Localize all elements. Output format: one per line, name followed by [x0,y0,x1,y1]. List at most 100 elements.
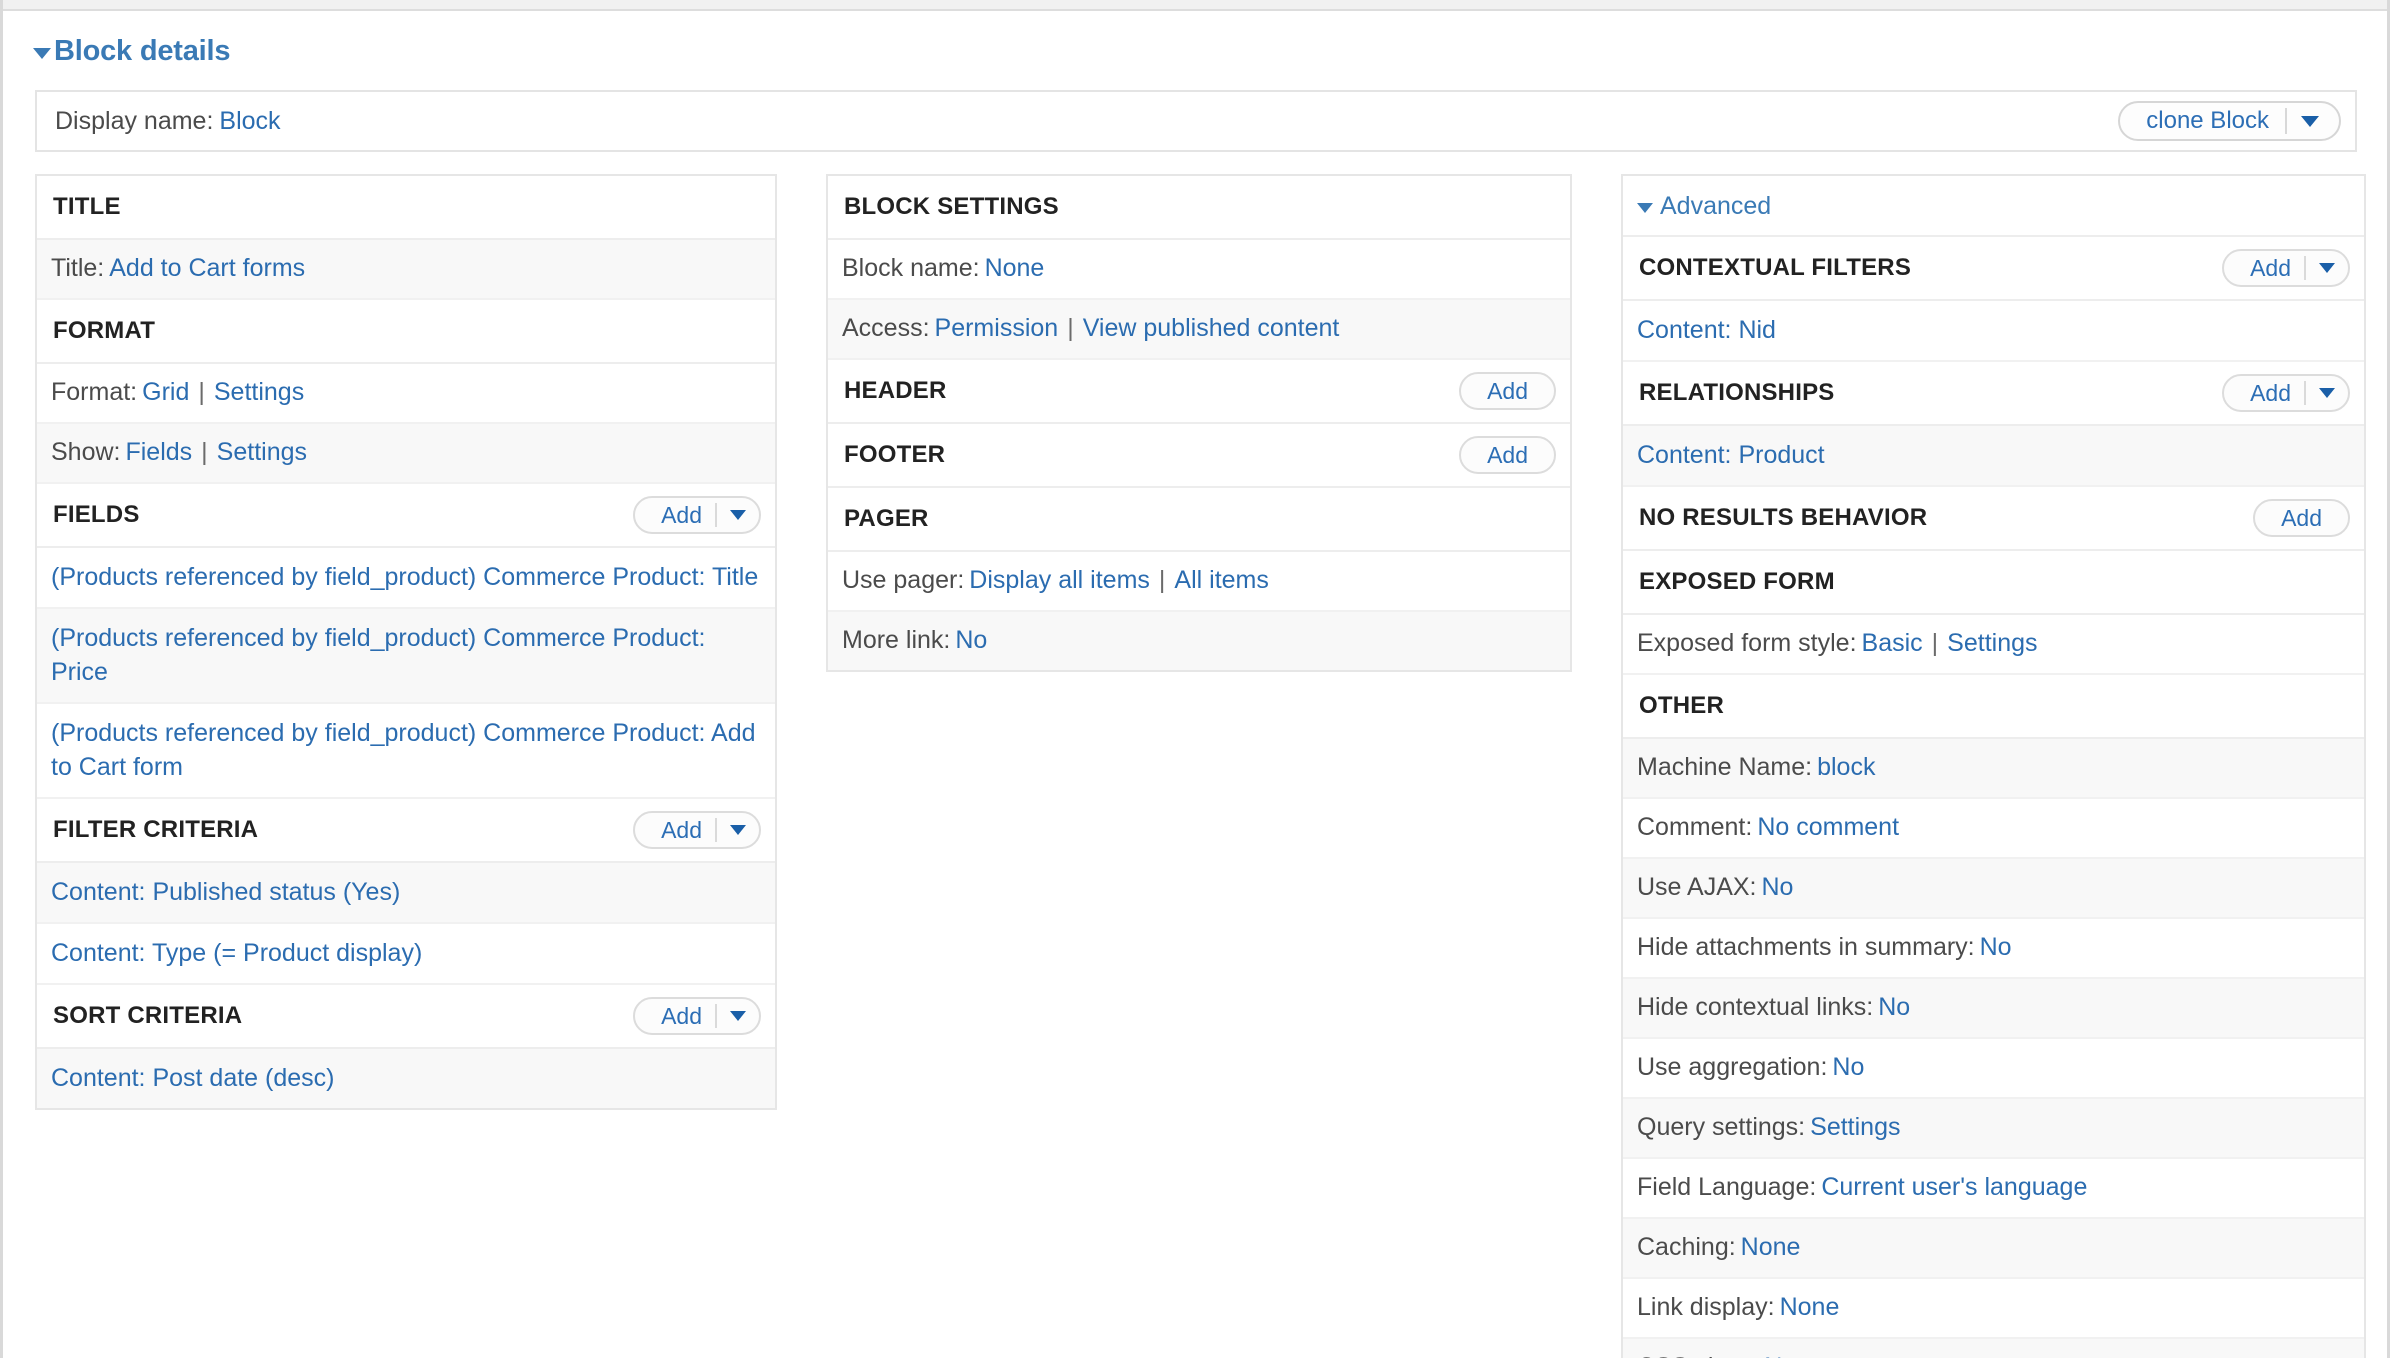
use-aggregation-value-link[interactable]: No [1832,1053,1864,1081]
chevron-down-icon[interactable] [2319,263,2335,273]
columns-container: TITLE Title: Add to Cart forms FORMAT For… [35,174,2387,1358]
add-button-label: Add [661,1002,702,1029]
add-button-label: Add [1487,441,1528,468]
add-filter-criteria-button[interactable]: Add [633,811,761,849]
separator: | [201,438,208,466]
row-label: Show: [51,438,121,466]
section-title-label: CONTEXTUAL FILTERS [1639,254,1912,281]
section-title-label: SORT CRITERIA [53,1002,243,1029]
section-title-label: HEADER [844,377,947,404]
comment-value-link[interactable]: No comment [1757,813,1899,841]
section-header-relationships: RELATIONSHIPS Add [1623,362,2364,426]
row-css-class: CSS class: None [1623,1339,2364,1358]
row-label: Use AJAX: [1637,873,1757,901]
row-label: Title: [51,254,105,282]
chevron-down-icon[interactable] [2319,388,2335,398]
block-name-value-link[interactable]: None [985,254,1045,282]
button-separator [2304,256,2306,280]
add-sort-criteria-button[interactable]: Add [633,997,761,1035]
column-right: Advanced CONTEXTUAL FILTERS Add Content:… [1621,174,2366,1358]
row-exposed-form-style: Exposed form style: Basic | Settings [1623,615,2364,675]
add-button-label: Add [2250,379,2291,406]
pager-items-link[interactable]: All items [1174,566,1268,594]
hide-attachments-value-link[interactable]: No [1980,933,2012,961]
section-title-label: EXPOSED FORM [1639,568,1835,595]
machine-name-value-link[interactable]: block [1817,753,1875,781]
hide-contextual-links-value-link[interactable]: No [1878,993,1910,1021]
separator: | [1931,629,1939,657]
field-language-value-link[interactable]: Current user's language [1821,1173,2087,1201]
clone-block-button[interactable]: clone Block [2118,101,2341,141]
css-class-value-link[interactable]: None [1764,1353,1824,1358]
add-contextual-filter-button[interactable]: Add [2222,249,2350,287]
section-header-no-results-behavior: NO RESULTS BEHAVIOR Add [1623,487,2364,551]
display-name-row: Display name: Block [51,107,281,136]
block-details-header[interactable]: Block details [3,11,2387,68]
show-settings-link[interactable]: Settings [217,438,307,466]
format-settings-link[interactable]: Settings [214,378,304,406]
section-header-block-settings: BLOCK SETTINGS [828,176,1570,240]
contextual-filter-item-link[interactable]: Content: Nid [1637,316,1776,344]
add-footer-button[interactable]: Add [1459,436,1556,474]
section-title-label: NO RESULTS BEHAVIOR [1639,504,1928,531]
add-relationship-button[interactable]: Add [2222,374,2350,412]
section-title-label: TITLE [53,193,121,220]
row-show: Show: Fields | Settings [37,424,775,484]
list-item: Content: Product [1623,426,2364,487]
exposed-form-style-link[interactable]: Basic [1862,629,1923,657]
field-item-link[interactable]: (Products referenced by field_product) C… [51,563,758,591]
section-header-fields: FIELDS Add [37,484,775,548]
add-no-results-behavior-button[interactable]: Add [2253,499,2350,537]
filter-item-link[interactable]: Content: Published status (Yes) [51,878,400,906]
row-block-name: Block name: None [828,240,1570,300]
separator: | [198,378,205,406]
query-settings-value-link[interactable]: Settings [1810,1113,1900,1141]
row-label: Use pager: [842,566,965,594]
chevron-down-icon[interactable] [730,1011,746,1021]
title-value-link[interactable]: Add to Cart forms [109,254,305,282]
row-format: Format: Grid | Settings [37,364,775,424]
filter-item-link[interactable]: Content: Type (= Product display) [51,939,422,967]
chevron-down-icon[interactable] [730,825,746,835]
display-name-value-link[interactable]: Block [219,107,280,135]
clone-block-label: clone Block [2146,107,2269,134]
access-permission-link[interactable]: View published content [1083,314,1340,342]
row-field-language: Field Language: Current user's language [1623,1159,2364,1219]
use-ajax-value-link[interactable]: No [1762,873,1794,901]
field-item-link[interactable]: (Products referenced by field_product) C… [51,624,705,686]
row-hide-contextual-links: Hide contextual links: No [1623,979,2364,1039]
row-title: Title: Add to Cart forms [37,240,775,300]
format-value-link[interactable]: Grid [142,378,189,406]
relationship-item-link[interactable]: Content: Product [1637,441,1825,469]
row-label: Comment: [1637,813,1753,841]
section-header-footer: FOOTER Add [828,424,1570,488]
sort-item-link[interactable]: Content: Post date (desc) [51,1064,334,1092]
list-item: (Products referenced by field_product) C… [37,548,775,609]
exposed-form-settings-link[interactable]: Settings [1947,629,2037,657]
add-fields-button[interactable]: Add [633,496,761,534]
add-button-label: Add [2250,254,2291,281]
section-header-contextual-filters: CONTEXTUAL FILTERS Add [1623,237,2364,301]
advanced-toggle[interactable]: Advanced [1623,176,2364,237]
link-display-value-link[interactable]: None [1780,1293,1840,1321]
access-type-link[interactable]: Permission [935,314,1059,342]
add-header-button[interactable]: Add [1459,372,1556,410]
row-caching: Caching: None [1623,1219,2364,1279]
pager-type-link[interactable]: Display all items [969,566,1150,594]
row-hide-attachments: Hide attachments in summary: No [1623,919,2364,979]
row-label: Link display: [1637,1293,1775,1321]
button-separator [2304,381,2306,405]
chevron-down-icon[interactable] [2301,115,2319,127]
row-label: Access: [842,314,930,342]
row-label: Exposed form style: [1637,629,1857,657]
caching-value-link[interactable]: None [1741,1233,1801,1261]
display-name-bar: Display name: Block clone Block [35,90,2357,152]
show-value-link[interactable]: Fields [125,438,192,466]
more-link-value-link[interactable]: No [955,626,987,654]
add-button-label: Add [1487,377,1528,404]
row-label: Hide attachments in summary: [1637,933,1975,961]
field-item-link[interactable]: (Products referenced by field_product) C… [51,719,756,781]
chevron-down-icon[interactable] [730,510,746,520]
row-label: Block name: [842,254,980,282]
section-header-pager: PAGER [828,488,1570,552]
